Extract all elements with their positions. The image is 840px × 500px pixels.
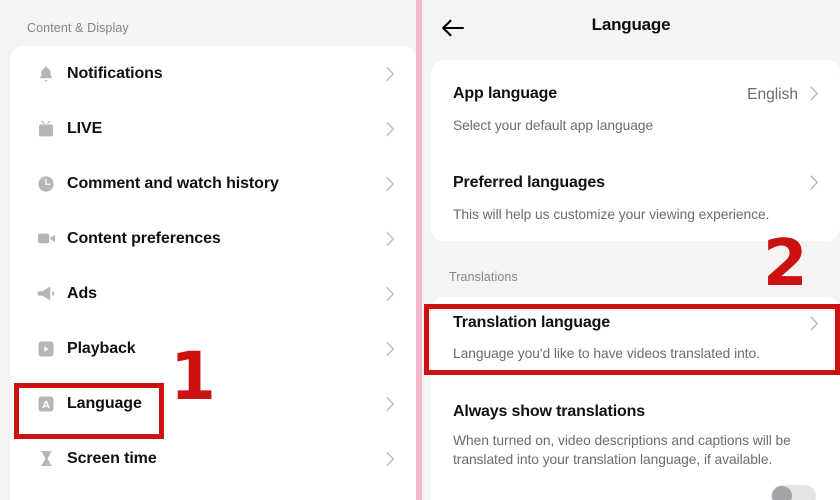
play-square-icon bbox=[35, 338, 57, 360]
row-subtitle: When turned on, video descriptions and c… bbox=[453, 433, 791, 467]
sidebar-item-playback[interactable]: Playback bbox=[10, 321, 417, 376]
chevron-right-icon bbox=[810, 86, 819, 101]
sidebar-item-language[interactable]: A Language bbox=[10, 376, 417, 431]
always-show-translations-toggle[interactable] bbox=[771, 485, 816, 500]
sidebar-item-label: Playback bbox=[67, 339, 136, 357]
row-translation-language[interactable]: Translation language Language you'd like… bbox=[431, 297, 840, 379]
chevron-right-icon bbox=[386, 66, 395, 81]
sidebar-item-comment-and-watch-history[interactable]: Comment and watch history bbox=[10, 156, 417, 211]
sidebar-item-ads[interactable]: Ads bbox=[10, 266, 417, 321]
translations-section-label: Translations bbox=[449, 270, 518, 284]
chevron-right-icon bbox=[386, 176, 395, 191]
settings-list-card: Notifications LIVE Comment and watch his… bbox=[10, 46, 417, 500]
sidebar-item-label: Language bbox=[67, 394, 142, 412]
chevron-right-icon bbox=[386, 121, 395, 136]
row-subtitle: Select your default app language bbox=[453, 118, 654, 133]
row-app-language[interactable]: App language English Select your default… bbox=[431, 60, 840, 150]
hourglass-icon bbox=[35, 448, 57, 470]
sidebar-item-label: Content preferences bbox=[67, 229, 221, 247]
chevron-right-icon bbox=[810, 316, 819, 331]
chevron-right-icon bbox=[386, 286, 395, 301]
sidebar-item-label: LIVE bbox=[67, 119, 103, 137]
row-subtitle: Language you'd like to have videos trans… bbox=[453, 346, 760, 361]
row-title: Always show translations bbox=[453, 403, 646, 420]
row-value: English bbox=[747, 86, 798, 103]
sidebar-item-notifications[interactable]: Notifications bbox=[10, 46, 417, 101]
svg-text:A: A bbox=[42, 400, 50, 411]
screenshot-root: Content & Display Notifications LIVE Com… bbox=[0, 0, 840, 500]
live-tv-icon bbox=[35, 118, 57, 140]
row-title: App language bbox=[453, 85, 557, 102]
translations-card: Translation language Language you'd like… bbox=[431, 297, 840, 500]
language-card: App language English Select your default… bbox=[431, 60, 840, 241]
video-camera-icon bbox=[35, 228, 57, 250]
page-title: Language bbox=[591, 15, 671, 34]
row-title: Translation language bbox=[453, 314, 611, 331]
megaphone-icon bbox=[35, 283, 57, 305]
sidebar-item-label: Notifications bbox=[67, 64, 163, 82]
left-settings-panel: Content & Display Notifications LIVE Com… bbox=[0, 0, 417, 500]
panel-divider bbox=[416, 0, 422, 500]
content-and-display-section-label: Content & Display bbox=[27, 21, 129, 35]
row-subtitle: This will help us customize your viewing… bbox=[453, 207, 770, 222]
clock-icon bbox=[35, 173, 57, 195]
chevron-right-icon bbox=[386, 396, 395, 411]
sidebar-item-live[interactable]: LIVE bbox=[10, 101, 417, 156]
sidebar-item-label: Comment and watch history bbox=[67, 174, 279, 192]
sidebar-item-label: Ads bbox=[67, 284, 97, 302]
bell-icon bbox=[35, 63, 57, 85]
toggle-knob bbox=[772, 486, 792, 500]
page-header: Language bbox=[422, 0, 840, 60]
row-always-show-translations[interactable]: Always show translations When turned on,… bbox=[431, 379, 840, 500]
sidebar-item-screen-time[interactable]: Screen time bbox=[10, 431, 417, 486]
language-settings-panel: Language App language English Select you… bbox=[422, 0, 840, 500]
chevron-right-icon bbox=[386, 341, 395, 356]
letter-a-icon: A bbox=[35, 393, 57, 415]
row-title: Preferred languages bbox=[453, 174, 605, 191]
row-preferred-languages[interactable]: Preferred languages This will help us cu… bbox=[431, 150, 840, 241]
sidebar-item-content-preferences[interactable]: Content preferences bbox=[10, 211, 417, 266]
chevron-right-icon bbox=[810, 175, 819, 190]
sidebar-item-label: Screen time bbox=[67, 449, 157, 467]
chevron-right-icon bbox=[386, 451, 395, 466]
chevron-right-icon bbox=[386, 231, 395, 246]
